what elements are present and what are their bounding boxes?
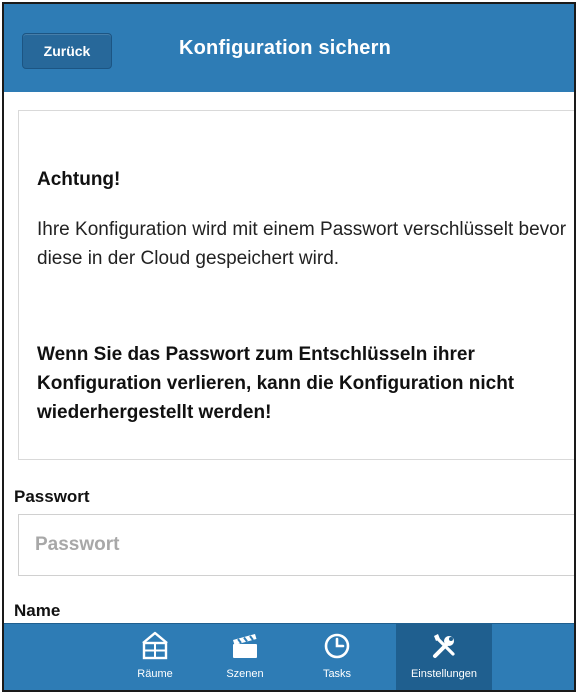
tools-icon <box>433 634 455 658</box>
notice-body: Ihre Konfiguration wird mit einem Passwo… <box>37 219 567 269</box>
notice-box: Achtung! Ihre Konfiguration wird mit ein… <box>18 110 574 460</box>
tab-rooms[interactable]: Räume <box>120 624 190 690</box>
app-frame: Zurück Konfiguration sichern Achtung! Ih… <box>2 2 576 692</box>
tab-tasks[interactable]: Tasks <box>304 624 370 690</box>
content-area[interactable]: Achtung! Ihre Konfiguration wird mit ein… <box>4 92 574 624</box>
notice-warning: Wenn Sie das Passwort zum Entschlüsseln … <box>37 344 515 423</box>
tab-bar: Räume Szenen Tasks Einstellungen <box>4 623 574 690</box>
rooms-icon <box>142 631 168 660</box>
tab-label: Räume <box>137 668 173 680</box>
back-button-label: Zurück <box>43 43 91 59</box>
tab-label: Einstellungen <box>410 668 478 680</box>
page-title: Konfiguration sichern <box>179 37 391 59</box>
tab-settings[interactable]: Einstellungen <box>396 624 492 690</box>
tab-label: Szenen <box>226 668 264 680</box>
password-label: Passwort <box>14 487 90 506</box>
name-label: Name <box>14 601 61 620</box>
back-button[interactable]: Zurück <box>22 33 112 69</box>
password-input[interactable] <box>18 514 574 576</box>
clapperboard-icon <box>233 634 257 658</box>
clock-icon <box>324 633 350 659</box>
tab-label: Tasks <box>322 668 352 680</box>
notice-heading: Achtung! <box>37 169 121 190</box>
tab-scenes[interactable]: Szenen <box>212 624 278 690</box>
header-bar: Zurück Konfiguration sichern <box>4 4 574 93</box>
